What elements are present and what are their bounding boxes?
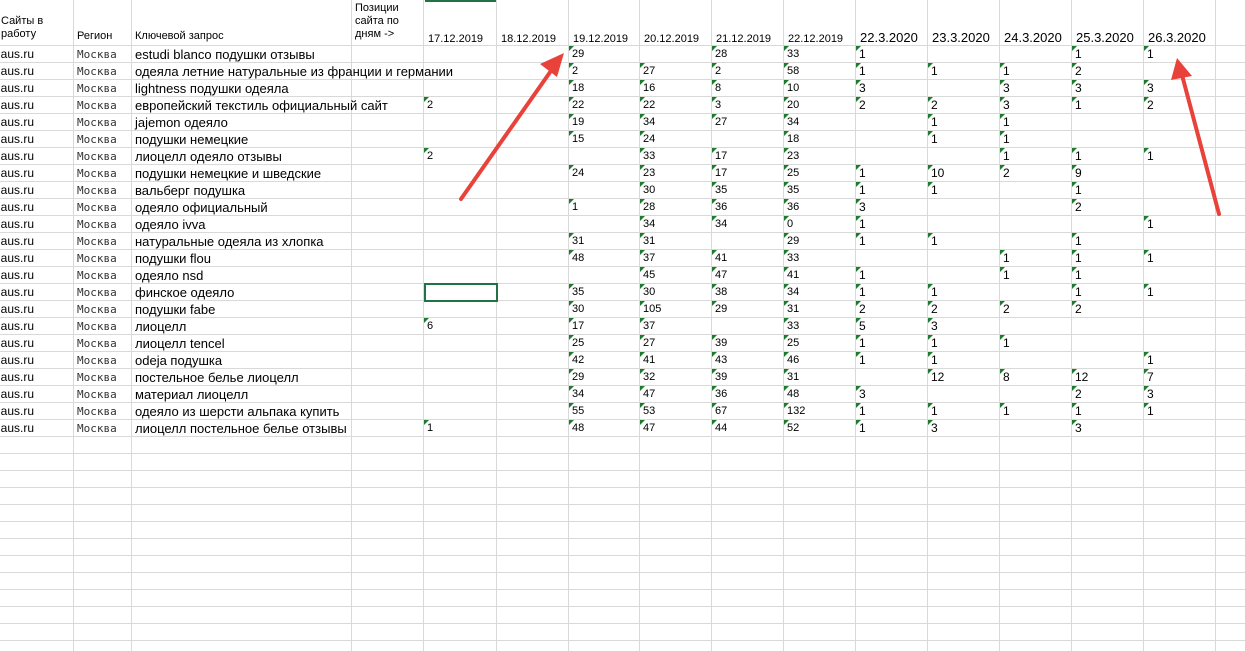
arrow-left	[459, 53, 564, 201]
arrow-right	[1171, 58, 1221, 216]
spreadsheet-grid[interactable]: Сайты в работу Регион Ключевой запрос По…	[0, 0, 1245, 651]
annotation-arrows	[459, 53, 1221, 216]
